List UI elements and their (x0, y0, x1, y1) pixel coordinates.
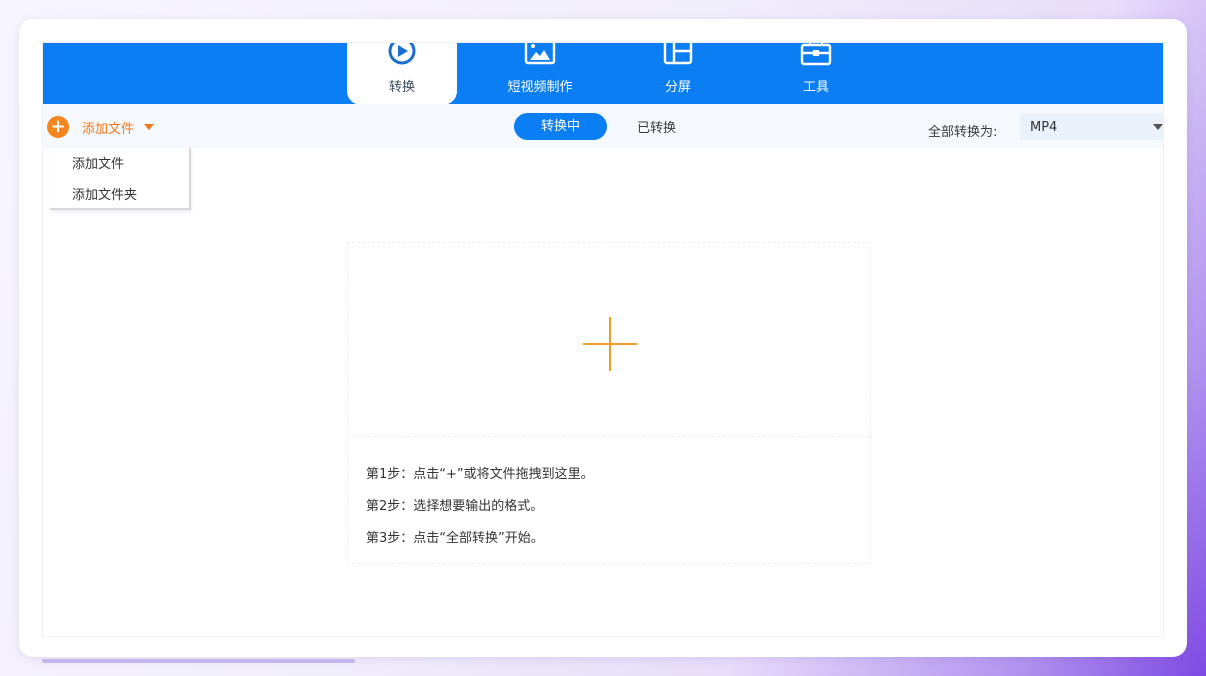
status-tabs: 转换中 已转换 (514, 113, 676, 140)
add-plus-icon[interactable] (583, 317, 637, 371)
tab-short-video[interactable]: 短视频制作 (485, 43, 595, 104)
toolbar: + 添加文件 转换中 已转换 全部转换为: MP4 (43, 104, 1163, 148)
tab-tools[interactable]: 工具 (761, 43, 871, 104)
chevron-down-icon (1153, 124, 1163, 130)
toolbox-icon (761, 43, 871, 69)
image-icon (485, 43, 595, 69)
tab-split-screen[interactable]: 分屏 (623, 43, 733, 104)
output-format-select[interactable]: MP4 (1020, 114, 1163, 140)
add-file-label: 添加文件 (82, 121, 135, 137)
tab-label: 转换 (388, 80, 415, 95)
tab-label: 工具 (802, 80, 829, 95)
add-circle-icon: + (47, 116, 69, 138)
top-nav-bar: 转换 短视频制作 分屏 工具 (43, 43, 1163, 105)
convert-all-label: 全部转换为: (928, 125, 998, 140)
tab-label: 短视频制作 (507, 80, 573, 95)
scroll-indicator (42, 659, 355, 663)
tab-converting[interactable]: 转换中 (514, 113, 607, 140)
add-file-button[interactable]: + 添加文件 (47, 115, 155, 139)
menu-item-add-folder[interactable]: 添加文件夹 (72, 184, 137, 203)
tab-label: 分屏 (664, 80, 691, 95)
menu-item-add-file[interactable]: 添加文件 (72, 153, 124, 172)
divider (348, 436, 870, 437)
chevron-down-icon[interactable] (144, 124, 155, 130)
tab-convert[interactable]: 转换 (347, 43, 457, 105)
step-1-text: 第1步：点击“+”或将文件拖拽到这里。 (366, 467, 594, 482)
step-3-text: 第3步：点击“全部转换”开始。 (366, 531, 544, 546)
app-window: 转换 短视频制作 分屏 工具 + 添加文件 转换中 已转换 全部转换为: MP4… (42, 42, 1164, 637)
convert-play-icon (347, 43, 457, 69)
split-screen-icon (623, 43, 733, 69)
tab-converted[interactable]: 已转换 (637, 117, 676, 136)
format-value: MP4 (1030, 119, 1058, 135)
step-2-text: 第2步：选择想要输出的格式。 (366, 499, 544, 514)
file-drop-zone[interactable]: 第1步：点击“+”或将文件拖拽到这里。 第2步：选择想要输出的格式。 第3步：点… (347, 242, 871, 564)
add-file-dropdown-menu: 添加文件 添加文件夹 (50, 148, 191, 210)
